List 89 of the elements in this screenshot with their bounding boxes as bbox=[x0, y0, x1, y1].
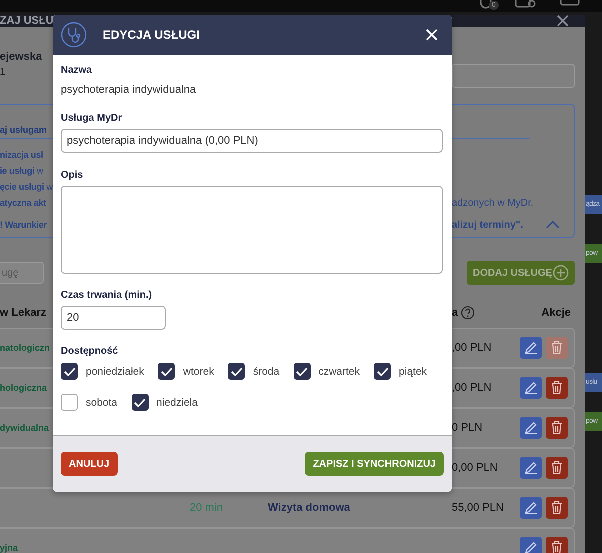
trash-icon bbox=[551, 541, 563, 553]
doctor-detail: 1 bbox=[0, 67, 7, 78]
delete-button[interactable] bbox=[546, 497, 568, 519]
delete-button[interactable] bbox=[546, 457, 568, 479]
service-select-field[interactable]: psychoterapia indywidualna (0,00 PLN) bbox=[61, 129, 443, 153]
trash-icon bbox=[551, 341, 563, 355]
save-button[interactable]: ZAPISZ I SYNCHRONIZUJ bbox=[305, 452, 444, 476]
checkbox[interactable] bbox=[158, 363, 176, 380]
info-text: alizuj terminy". bbox=[452, 220, 524, 230]
pencil-icon bbox=[524, 541, 538, 553]
pencil-icon bbox=[524, 461, 538, 475]
check-icon bbox=[160, 366, 173, 376]
panel-title: aj usługam bbox=[0, 125, 48, 135]
checkbox-label: niedziela bbox=[156, 396, 198, 408]
check-icon bbox=[296, 366, 308, 376]
stethoscope-icon bbox=[61, 22, 87, 48]
cancel-button[interactable]: ANULUJ bbox=[61, 452, 118, 476]
table-cell-text: 20 min bbox=[190, 502, 224, 514]
checkbox[interactable] bbox=[228, 363, 246, 380]
service-name: psychoterapia indywidualna bbox=[61, 84, 196, 96]
trash-icon bbox=[551, 461, 563, 475]
column-header: Akcje bbox=[542, 307, 571, 319]
checkbox[interactable] bbox=[61, 394, 78, 411]
edit-button[interactable] bbox=[520, 377, 542, 399]
dialog-title: ZAJ USŁU bbox=[0, 15, 54, 27]
pencil-icon bbox=[524, 421, 538, 435]
field-label: Dostępność bbox=[61, 346, 118, 357]
delete-button[interactable] bbox=[546, 417, 568, 439]
window-icon[interactable] bbox=[560, 0, 580, 8]
description-field[interactable] bbox=[61, 186, 443, 274]
check-icon bbox=[376, 366, 389, 376]
table-cell: ,00 PLN bbox=[452, 382, 492, 394]
column-header: a bbox=[452, 307, 458, 319]
table-cell: 0 PLN bbox=[452, 422, 483, 434]
close-icon[interactable] bbox=[557, 15, 569, 27]
table-cell: hologiczna bbox=[0, 383, 47, 393]
checkbox-label: czwartek bbox=[318, 366, 360, 378]
field-label: Opis bbox=[61, 170, 84, 181]
plus-circle-icon bbox=[553, 265, 569, 281]
edit-button[interactable] bbox=[520, 457, 542, 479]
dialog-title: EDYCJA USŁUGI bbox=[103, 28, 201, 42]
check-icon bbox=[64, 366, 76, 376]
checkbox-label: wtorek bbox=[183, 366, 214, 378]
delete-button[interactable] bbox=[546, 377, 568, 399]
doctor-name: ejewska bbox=[0, 51, 44, 63]
person-icon[interactable] bbox=[478, 0, 494, 10]
edit-button[interactable] bbox=[520, 337, 542, 359]
info-text: nizacja usł bbox=[0, 150, 44, 160]
table-cell: 55,00 PLN bbox=[452, 502, 504, 514]
field-label: Usługa MyDr bbox=[61, 113, 122, 124]
info-text: ie usługi w bbox=[0, 166, 44, 176]
edit-button[interactable] bbox=[520, 497, 542, 519]
trash-icon bbox=[551, 381, 563, 395]
trash-icon bbox=[551, 421, 563, 435]
checkbox-label: sobota bbox=[86, 396, 118, 408]
info-text: ! Warunkier bbox=[0, 220, 47, 230]
checkbox[interactable] bbox=[374, 363, 392, 380]
table-cell: 0,00 PLN bbox=[452, 462, 498, 474]
checkbox-label: poniedziałek bbox=[86, 366, 144, 378]
edit-button[interactable] bbox=[520, 417, 542, 439]
checkbox[interactable] bbox=[294, 363, 311, 380]
info-text: adzonych w MyDr. bbox=[452, 198, 534, 208]
trash-icon bbox=[551, 501, 563, 515]
pencil-icon bbox=[524, 381, 538, 395]
check-icon bbox=[230, 366, 243, 376]
checkbox-label: piątek bbox=[399, 366, 428, 378]
pencil-icon bbox=[524, 501, 538, 515]
table-cell: Wizyta domowa bbox=[268, 502, 350, 514]
check-icon bbox=[134, 398, 146, 408]
table-cell: ,00 PLN bbox=[452, 342, 492, 354]
info-text: ęcie usługi w bbox=[0, 182, 53, 192]
checkbox[interactable] bbox=[61, 363, 78, 380]
table-cell: natologiczn bbox=[0, 343, 50, 353]
delete-button[interactable] bbox=[546, 537, 568, 553]
pencil-icon bbox=[524, 341, 538, 355]
column-header: w Lekarz bbox=[0, 307, 46, 319]
field-label: Nazwa bbox=[61, 65, 92, 76]
table-cell: dywidualna bbox=[0, 423, 50, 433]
help-icon[interactable] bbox=[461, 306, 476, 320]
checkbox[interactable] bbox=[132, 394, 149, 411]
duration-field[interactable]: 20 bbox=[61, 306, 166, 330]
field-label: Czas trwania (min.) bbox=[61, 290, 152, 301]
checkbox-label: środa bbox=[253, 366, 280, 378]
table-cell: yjna bbox=[0, 543, 18, 553]
user-icon[interactable] bbox=[515, 0, 537, 10]
add-service-button[interactable]: DODAJ USŁUGĘ bbox=[467, 261, 575, 285]
edit-button[interactable] bbox=[520, 537, 542, 553]
info-text: atyczna akt bbox=[0, 198, 46, 208]
text-field[interactable] bbox=[452, 64, 575, 88]
